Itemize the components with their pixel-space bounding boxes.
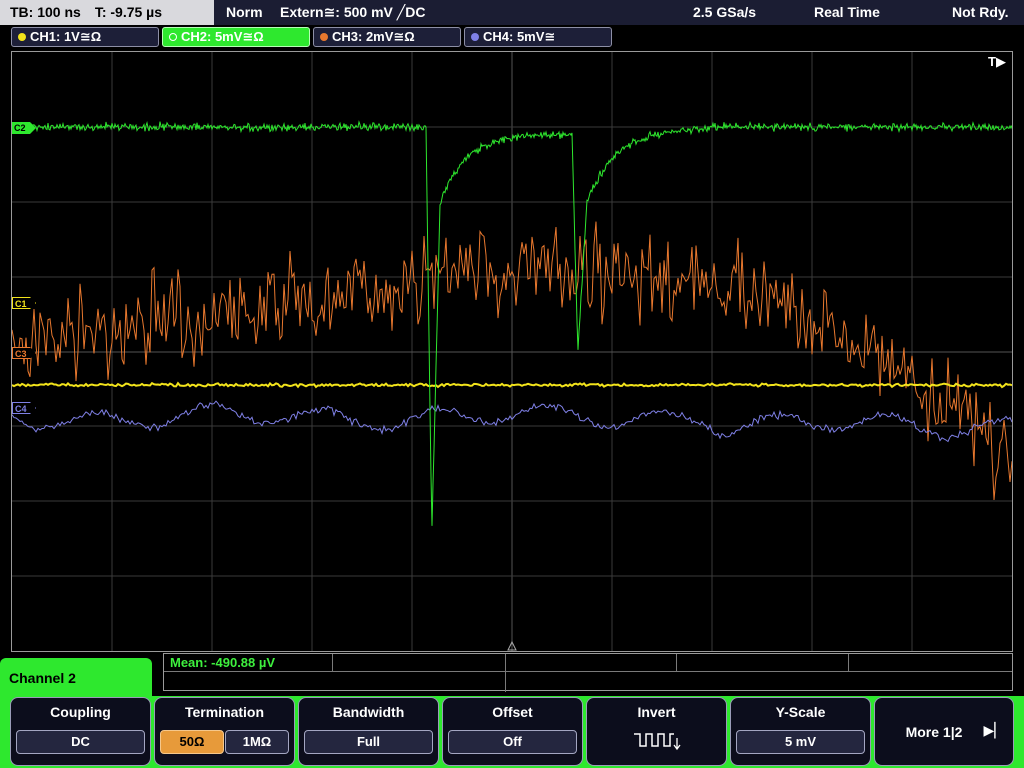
tab-ch1-label: CH1: 1V≅Ω [30,29,102,44]
yscale-value[interactable]: 5 mV [736,730,865,754]
tab-ch2-label: CH2: 5mV≅Ω [181,29,264,44]
tab-ch4-label: CH4: 5mV≅ [483,29,556,44]
invert-softkey[interactable]: Invert [586,697,727,766]
waveforms [12,120,1012,526]
tab-ch4[interactable]: CH4: 5mV≅ [464,27,612,47]
ch4-waveform [12,400,1012,443]
tab-ch2[interactable]: CH2: 5mV≅Ω [162,27,310,47]
more-label: More 1|2 [905,724,963,740]
ch2-waveform [12,120,1012,526]
acquisition-status: Not Rdy. [952,4,1009,20]
measurement-cell-divider [505,671,506,692]
termination-50ohm-option[interactable]: 50Ω [160,730,224,754]
tab-ch1[interactable]: CH1: 1V≅Ω [11,27,159,47]
measurement-divider [164,671,1012,672]
tab-ch3-label: CH3: 2mV≅Ω [332,29,415,44]
bandwidth-title: Bandwidth [332,704,405,720]
yscale-title: Y-Scale [775,704,826,720]
ch1-color-dot-icon [18,33,26,41]
trigger-mode[interactable]: Norm [226,0,263,25]
coupling-softkey[interactable]: Coupling DC [10,697,151,766]
bandwidth-softkey[interactable]: Bandwidth Full [298,697,439,766]
trigger-time-value: T: -9.75 µs [94,4,163,20]
bandwidth-value[interactable]: Full [304,730,433,754]
coupling-value[interactable]: DC [16,730,145,754]
ch3-color-dot-icon [320,33,328,41]
measurement-cell-divider [676,654,677,671]
invert-title: Invert [637,704,676,720]
offset-title: Offset [492,704,533,720]
ch2-color-dot-icon [169,33,177,41]
offset-softkey[interactable]: Offset Off [442,697,583,766]
trigger-position-indicator: T▶ [988,54,1006,69]
timebase-box[interactable]: TB: 100 ns T: -9.75 µs [0,0,214,25]
yscale-softkey[interactable]: Y-Scale 5 mV [730,697,871,766]
measurement-panel: Mean: -490.88 µV [163,653,1013,692]
waveform-display[interactable]: T▶ C2 C1 C3 C4 [11,51,1013,652]
status-bar: TB: 100 ns T: -9.75 µs Norm Extern≅: 500 … [0,0,1024,25]
ch4-color-dot-icon [471,33,479,41]
measurement-cell-divider [505,654,506,671]
more-softkey[interactable]: More 1|2 ▶▏ [874,697,1014,766]
trigger-source[interactable]: Extern≅: 500 mV ╱DC [280,0,425,25]
acquisition-mode[interactable]: Real Time [814,0,880,25]
tab-ch3[interactable]: CH3: 2mV≅Ω [313,27,461,47]
coupling-title: Coupling [50,704,111,720]
termination-title: Termination [184,704,265,720]
sample-rate[interactable]: 2.5 GSa/s [693,0,756,25]
menu-title: Channel 2 [0,658,152,698]
square-wave-invert-icon [634,733,681,751]
offset-value[interactable]: Off [448,730,577,754]
mean-measurement: Mean: -490.88 µV [170,655,276,670]
ch1-waveform [12,381,1012,389]
channel-tabs: CH1: 1V≅Ω CH2: 5mV≅Ω CH3: 2mV≅Ω CH4: 5mV… [0,25,1024,50]
measurement-cell-divider [848,654,849,671]
measurement-cell-divider [332,654,333,671]
ch3-waveform [12,221,1012,501]
termination-1mohm-option[interactable]: 1MΩ [225,730,289,754]
termination-softkey[interactable]: Termination 50Ω 1MΩ [154,697,295,766]
timebase-value: TB: 100 ns [10,4,81,20]
right-arrow-icon: ▶▏ [983,722,1005,738]
